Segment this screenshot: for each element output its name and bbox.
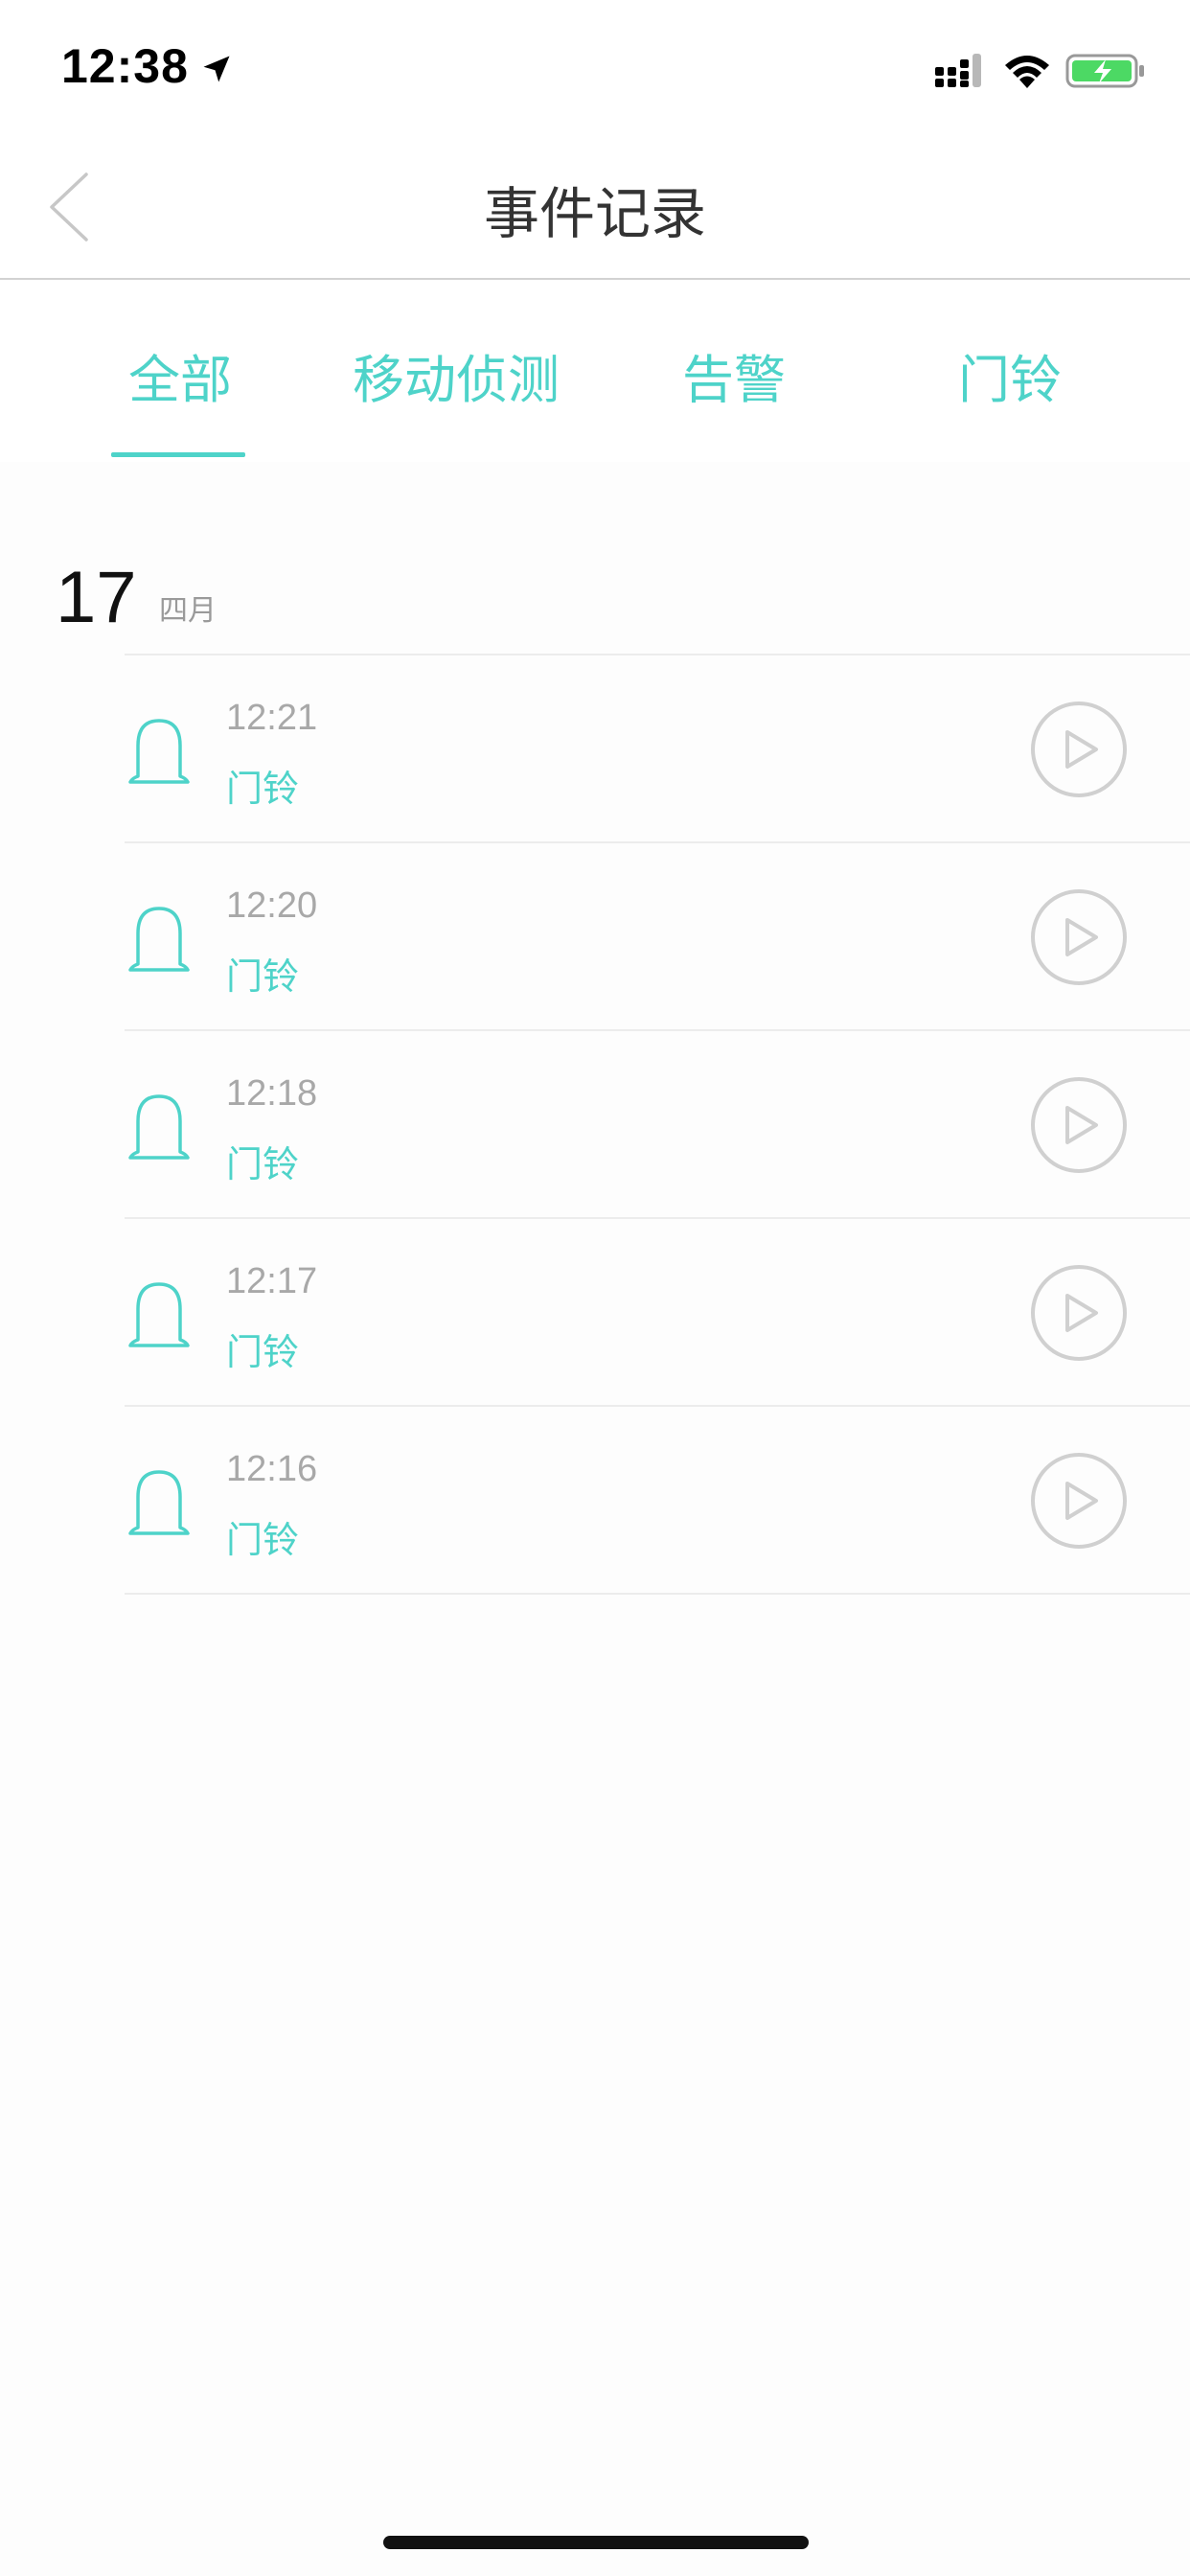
date-day: 17	[56, 557, 137, 638]
tab-motion-detection[interactable]: 移动侦测	[353, 337, 560, 410]
bell-icon	[128, 1282, 190, 1347]
play-icon[interactable]	[1029, 1451, 1129, 1551]
event-type: 门铃	[226, 768, 300, 810]
bell-icon	[128, 1470, 190, 1535]
play-icon[interactable]	[1029, 887, 1129, 987]
tab-doorbell[interactable]: 门铃	[958, 337, 1062, 410]
list-item[interactable]: 12:20 门铃	[125, 843, 1190, 1031]
event-time: 12:20	[226, 886, 318, 926]
cellular-signal-icon	[935, 54, 981, 87]
event-type: 门铃	[226, 955, 300, 998]
battery-charging-icon	[1065, 54, 1144, 88]
active-tab-indicator	[111, 452, 245, 457]
date-month: 四月	[159, 594, 217, 628]
play-icon[interactable]	[1029, 1263, 1129, 1363]
tab-alarm[interactable]: 告警	[682, 337, 786, 410]
list-item[interactable]: 12:21 门铃	[125, 656, 1190, 843]
wifi-icon	[1005, 56, 1049, 88]
event-time: 12:16	[226, 1449, 318, 1489]
event-records-screen: 12:38 事件记录 全部 移动侦测 告警 门铃 17 四月 12:21 门铃 …	[0, 0, 1190, 2576]
status-bar: 12:38	[0, 0, 1190, 134]
home-indicator[interactable]	[383, 2536, 809, 2549]
navigation-bar: 事件记录	[0, 134, 1190, 280]
event-time: 12:21	[226, 698, 318, 738]
bell-icon	[128, 1094, 190, 1160]
tab-all[interactable]: 全部	[128, 337, 232, 410]
play-icon[interactable]	[1029, 1075, 1129, 1175]
event-type: 门铃	[226, 1331, 300, 1373]
status-time: 12:38	[61, 39, 189, 93]
bell-icon	[128, 907, 190, 972]
play-icon[interactable]	[1029, 700, 1129, 799]
event-list: 12:21 门铃 12:20 门铃 12:18 门铃 12:17 门铃 12:1…	[125, 654, 1190, 1595]
event-time: 12:18	[226, 1073, 318, 1114]
location-arrow-icon	[203, 56, 230, 82]
filter-tabs: 全部 移动侦测 告警 门铃	[0, 280, 1190, 462]
event-type: 门铃	[226, 1143, 300, 1185]
list-item[interactable]: 12:18 门铃	[125, 1031, 1190, 1219]
bell-icon	[128, 719, 190, 784]
event-time: 12:17	[226, 1261, 318, 1301]
list-item[interactable]: 12:16 门铃	[125, 1407, 1190, 1595]
page-title: 事件记录	[483, 181, 706, 246]
list-item[interactable]: 12:17 门铃	[125, 1219, 1190, 1407]
event-type: 门铃	[226, 1519, 300, 1561]
